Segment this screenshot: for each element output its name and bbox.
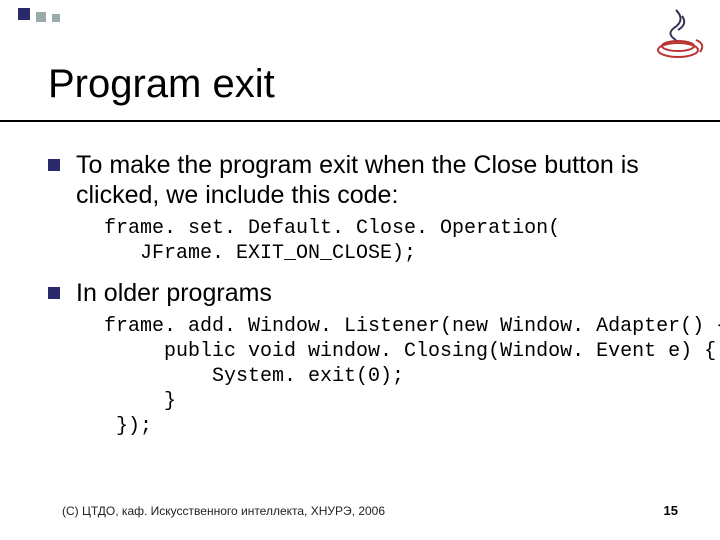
java-logo — [646, 6, 706, 62]
slide-body: To make the program exit when the Close … — [48, 150, 680, 451]
slide-title: Program exit — [48, 62, 275, 107]
square-bullet-icon — [48, 159, 60, 171]
bullet-item: In older programs — [48, 278, 680, 308]
page-number: 15 — [664, 503, 678, 518]
slide: Program exit To make the program exit wh… — [0, 0, 720, 540]
title-underline — [0, 120, 720, 122]
footer-text: (С) ЦТДО, каф. Искусственного интеллекта… — [62, 504, 385, 518]
decorative-squares — [18, 8, 66, 26]
bullet-text: In older programs — [76, 278, 272, 308]
bullet-text: To make the program exit when the Close … — [76, 150, 680, 210]
code-block: frame. set. Default. Close. Operation( J… — [104, 216, 680, 266]
square-bullet-icon — [48, 287, 60, 299]
bullet-item: To make the program exit when the Close … — [48, 150, 680, 210]
code-block: frame. add. Window. Listener(new Window.… — [104, 314, 680, 439]
